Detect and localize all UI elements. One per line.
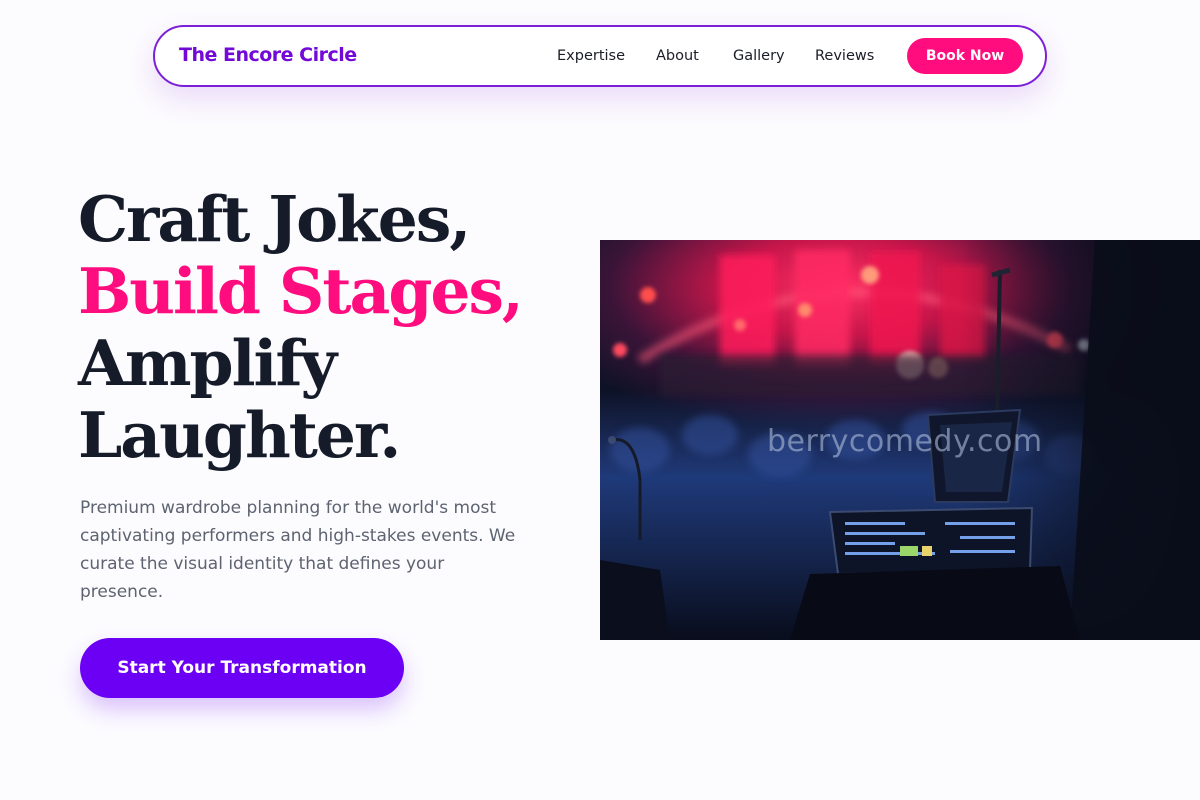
nav-link-reviews[interactable]: Reviews bbox=[815, 48, 874, 64]
headline-line-4: Laughter. bbox=[78, 398, 401, 472]
headline-line-1: Craft Jokes, bbox=[78, 182, 471, 256]
headline-line-2: Build Stages, bbox=[78, 254, 524, 328]
navbar: The Encore Circle Expertise About Galler… bbox=[153, 25, 1047, 87]
nav-link-gallery[interactable]: Gallery bbox=[733, 48, 785, 64]
hero-headline: Craft Jokes, Build Stages, Amplify Laugh… bbox=[78, 182, 524, 472]
start-transformation-button[interactable]: Start Your Transformation bbox=[80, 638, 404, 698]
image-watermark: berrycomedy.com bbox=[767, 424, 1043, 459]
book-now-button[interactable]: Book Now bbox=[907, 38, 1023, 74]
headline-line-3: Amplify bbox=[78, 326, 337, 400]
hero-image: berrycomedy.com bbox=[600, 240, 1200, 640]
nav-link-about[interactable]: About bbox=[656, 48, 699, 64]
hero-subtext: Premium wardrobe planning for the world'… bbox=[80, 498, 516, 602]
nav-link-expertise[interactable]: Expertise bbox=[557, 48, 625, 64]
brand-logo[interactable]: The Encore Circle bbox=[179, 44, 357, 66]
